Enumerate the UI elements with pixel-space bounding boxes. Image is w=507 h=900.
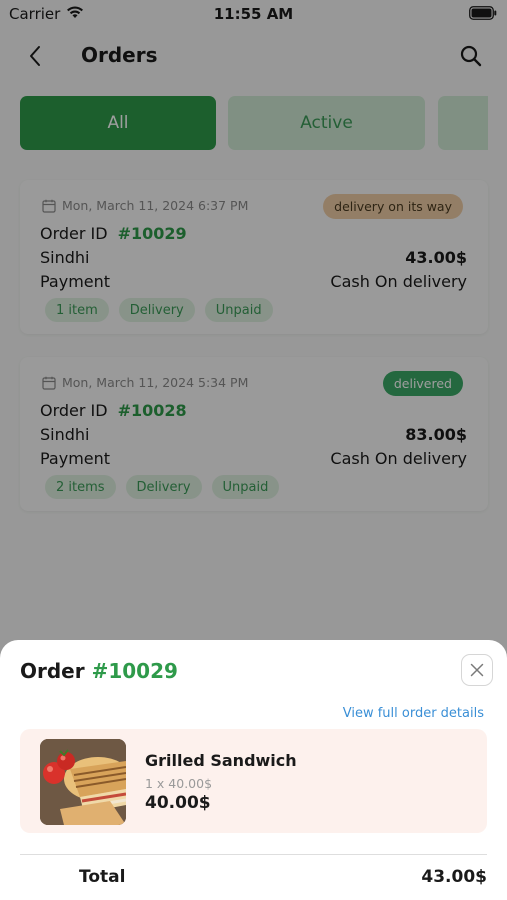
divider bbox=[20, 854, 487, 855]
total-label: Total bbox=[79, 867, 126, 887]
total-value: 43.00$ bbox=[421, 867, 487, 887]
close-button[interactable] bbox=[461, 654, 493, 686]
item-quantity: 1 x 40.00$ bbox=[145, 776, 213, 791]
sheet-title: Order #10029 bbox=[20, 659, 178, 683]
orders-screen: Carrier 11:55 AM Orders All Active Mon, … bbox=[0, 0, 507, 900]
item-price: 40.00$ bbox=[145, 793, 211, 813]
sheet-order-number: #10029 bbox=[91, 659, 178, 683]
view-full-order-link[interactable]: View full order details bbox=[343, 706, 484, 721]
item-image bbox=[40, 739, 126, 825]
order-item: Grilled Sandwich 1 x 40.00$ 40.00$ bbox=[20, 729, 487, 833]
close-icon bbox=[470, 663, 484, 677]
sheet-title-prefix: Order bbox=[20, 659, 92, 683]
item-name: Grilled Sandwich bbox=[145, 751, 297, 770]
order-detail-sheet: Order #10029 View full order details Gri… bbox=[0, 640, 507, 900]
sandwich-image bbox=[40, 739, 126, 825]
